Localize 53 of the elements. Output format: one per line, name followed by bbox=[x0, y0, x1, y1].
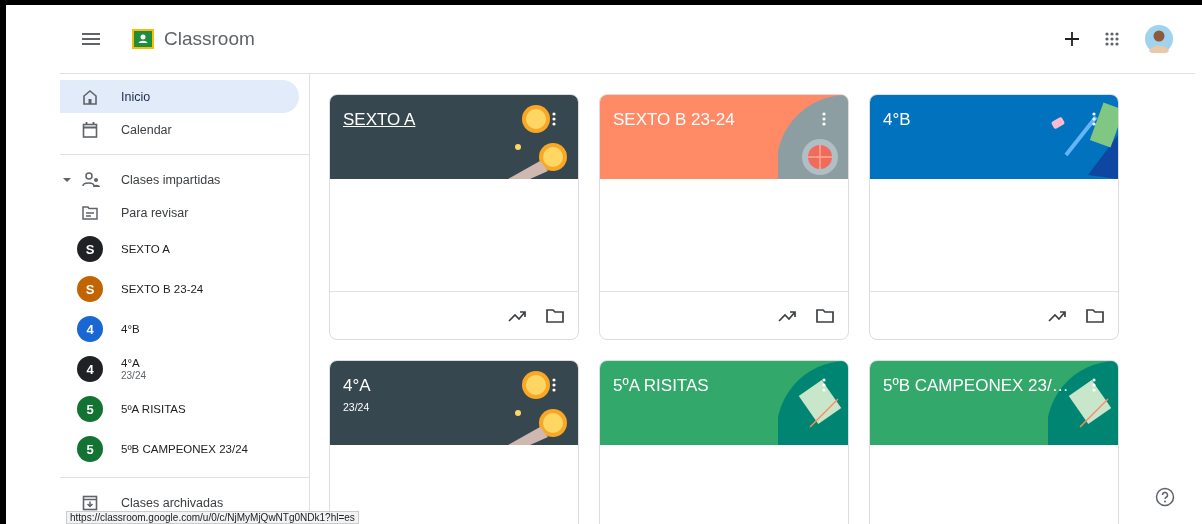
help-icon[interactable] bbox=[1155, 487, 1175, 507]
nav-item[interactable]: Para revisar bbox=[60, 196, 299, 229]
trending-up-icon[interactable] bbox=[508, 309, 526, 322]
class-initial-avatar: S bbox=[77, 276, 103, 302]
class-card[interactable]: SEXTO A bbox=[329, 94, 579, 340]
plus-icon[interactable] bbox=[1065, 32, 1079, 46]
class-item[interactable]: 4 4°B bbox=[60, 309, 309, 349]
class-initial-avatar: 4 bbox=[77, 356, 103, 382]
avatar-icon[interactable] bbox=[1145, 25, 1173, 53]
document-list-icon bbox=[82, 205, 98, 220]
class-card[interactable]: 4°B bbox=[869, 94, 1119, 340]
folder-icon[interactable] bbox=[546, 308, 564, 323]
class-title-link[interactable]: SEXTO A bbox=[343, 110, 416, 130]
nav-item[interactable]: Calendar bbox=[60, 113, 299, 146]
archive-icon bbox=[82, 494, 98, 511]
people-icon bbox=[82, 171, 100, 188]
menu-icon[interactable] bbox=[82, 33, 100, 45]
status-url-tooltip: https://classroom.google.com/u/0/c/NjMyMjQwNTg0NDk1?hl=es bbox=[66, 511, 359, 524]
nav-item[interactable]: Inicio bbox=[60, 80, 299, 113]
more-icon[interactable] bbox=[552, 112, 556, 126]
class-section-text: 23/24 bbox=[343, 401, 371, 413]
folder-icon[interactable] bbox=[816, 308, 834, 323]
class-subtitle: 23/24 bbox=[121, 370, 147, 381]
class-initial-avatar: S bbox=[77, 236, 103, 262]
folder-icon[interactable] bbox=[1086, 308, 1104, 323]
calendar-icon bbox=[82, 121, 98, 138]
class-name: 5ºA RISITAS bbox=[121, 403, 186, 415]
more-icon[interactable] bbox=[1092, 378, 1096, 392]
class-name: SEXTO A bbox=[121, 243, 170, 255]
class-initial-avatar: 5 bbox=[77, 436, 103, 462]
more-icon[interactable] bbox=[822, 378, 826, 392]
class-item[interactable]: S SEXTO A bbox=[60, 229, 309, 269]
class-item[interactable]: 4 4°A 23/24 bbox=[60, 349, 309, 389]
home-icon bbox=[82, 88, 98, 105]
trending-up-icon[interactable] bbox=[778, 309, 796, 322]
more-icon[interactable] bbox=[1092, 112, 1096, 126]
class-name: SEXTO B 23-24 bbox=[121, 283, 204, 295]
class-title-link[interactable]: 4°A bbox=[343, 376, 371, 396]
trending-up-icon[interactable] bbox=[1048, 309, 1066, 322]
apps-grid-icon[interactable] bbox=[1105, 32, 1119, 46]
class-name: 5ºB CAMPEONEX 23/24 bbox=[121, 443, 248, 455]
class-item[interactable]: 5 5ºB CAMPEONEX 23/24 bbox=[60, 429, 309, 469]
class-name: 4°B bbox=[121, 323, 140, 335]
class-initial-avatar: 5 bbox=[77, 396, 103, 422]
class-item[interactable]: S SEXTO B 23-24 bbox=[60, 269, 309, 309]
class-item[interactable]: 5 5ºA RISITAS bbox=[60, 389, 309, 429]
class-initial-avatar: 4 bbox=[77, 316, 103, 342]
classroom-logo-icon[interactable] bbox=[132, 29, 154, 49]
more-icon[interactable] bbox=[552, 378, 556, 392]
app-title[interactable]: Classroom bbox=[164, 28, 255, 50]
class-title-link[interactable]: 4°B bbox=[883, 110, 911, 130]
teaching-section-header[interactable]: Clases impartidas bbox=[60, 163, 299, 196]
class-name: 4°A bbox=[121, 357, 141, 369]
